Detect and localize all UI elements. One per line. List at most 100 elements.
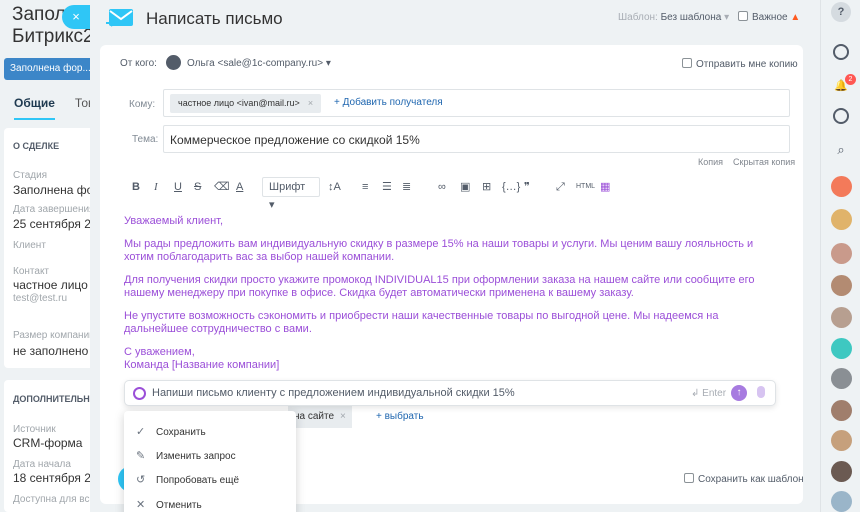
template-selector[interactable]: Шаблон: Без шаблона ▾ xyxy=(618,12,729,23)
code-icon[interactable]: {…} xyxy=(502,177,520,197)
text-color-icon[interactable]: A xyxy=(236,177,243,197)
image-icon[interactable]: ▣ xyxy=(460,177,470,197)
menu-item-label: Изменить запрос xyxy=(156,451,236,462)
tab-general[interactable]: Общие xyxy=(14,96,55,120)
recipient-chip[interactable]: частное лицо <ivan@mail.ru> × xyxy=(170,94,322,113)
html-button[interactable]: HTML xyxy=(576,177,595,197)
link-icon[interactable]: ∞ xyxy=(438,177,446,197)
menu-item-edit[interactable]: ✎ Изменить запрос xyxy=(136,449,236,462)
page-title: Написать письмо xyxy=(146,9,283,28)
microphone-icon[interactable] xyxy=(757,386,765,398)
avatar[interactable] xyxy=(831,275,852,296)
about-section-title: О СДЕЛКЕ xyxy=(13,141,60,151)
editor-toolbar: B I U S ⌫ A Шрифт ▾ ↕A ≡ ☰ ≣ ∞ ▣ ⊞ {…} ❞… xyxy=(132,177,792,211)
stage-value: Заполнена форм xyxy=(13,183,100,197)
lock-icon[interactable] xyxy=(831,338,852,359)
avatar[interactable] xyxy=(831,243,852,264)
subject-input[interactable]: Коммерческое предложение со скидкой 15% xyxy=(163,125,790,153)
available-label: Доступна для всех xyxy=(13,494,100,505)
copilot-action-menu: ✓ Сохранить ✎ Изменить запрос ↺ Попробовать… xyxy=(124,411,296,512)
end-date-value: 25 сентября 202 xyxy=(13,217,100,231)
menu-item-cancel[interactable]: ✕ Отменить xyxy=(136,498,202,511)
send-copy-checkbox[interactable]: Отправить мне копию xyxy=(682,58,798,70)
font-size-icon[interactable]: ↕A xyxy=(328,177,341,197)
add-recipient-link[interactable]: + Добавить получателя xyxy=(334,97,443,108)
calendar-icon[interactable] xyxy=(831,176,852,197)
extra-section-title: ДОПОЛНИТЕЛЬНО xyxy=(13,394,97,404)
menu-item-label: Сохранить xyxy=(156,427,206,438)
notification-badge: 2 xyxy=(845,74,856,85)
search-icon[interactable]: ⌕ xyxy=(831,140,851,160)
start-date-label: Дата начала xyxy=(13,459,71,470)
fullscreen-icon[interactable]: ⤢ xyxy=(556,177,565,197)
checkbox-icon xyxy=(682,58,692,68)
menu-item-label: Попробовать ещё xyxy=(156,475,240,486)
avatar[interactable] xyxy=(831,307,852,328)
close-icon[interactable]: × xyxy=(62,5,90,29)
cc-link[interactable]: Копия xyxy=(698,157,723,167)
important-checkbox[interactable]: Важное ▲ xyxy=(738,11,800,23)
menu-item-retry[interactable]: ↺ Попробовать ещё xyxy=(136,473,239,486)
bold-button[interactable]: B xyxy=(132,177,140,197)
bcc-link[interactable]: Скрытая копия xyxy=(733,157,795,167)
arrow-up-icon[interactable]: ↑ xyxy=(731,385,747,401)
avatar[interactable] xyxy=(831,430,852,451)
font-selector[interactable]: Шрифт ▾ xyxy=(262,177,320,211)
recipient-chip-label: частное лицо <ivan@mail.ru> xyxy=(178,98,300,108)
avatar[interactable] xyxy=(831,461,852,482)
contact-value[interactable]: частное лицо xyxy=(13,278,88,292)
chevron-down-icon: ▾ xyxy=(269,199,275,211)
company-size-value: не заполнено xyxy=(13,344,89,358)
table-icon[interactable]: ⊞ xyxy=(482,177,491,197)
source-value: CRM-форма xyxy=(13,436,83,450)
stage-tag[interactable]: Заполнена фор... xyxy=(4,58,96,80)
recipients-field[interactable]: частное лицо <ivan@mail.ru> × + Добавить … xyxy=(163,89,790,117)
avatar[interactable] xyxy=(831,400,852,421)
enter-arrow-icon: ↲ xyxy=(691,388,700,399)
copilot-prompt-bar[interactable]: Напиши письмо клиенту с предложением инд… xyxy=(124,380,776,406)
clear-format-icon[interactable]: ⌫ xyxy=(214,177,230,197)
attachment-chip[interactable]: на сайте × xyxy=(288,406,352,428)
avatar[interactable] xyxy=(831,209,852,230)
about-deal-card: О СДЕЛКЕ Стадия Заполнена форм Дата заве… xyxy=(4,128,100,368)
avatar[interactable] xyxy=(831,491,852,512)
stage-label: Стадия xyxy=(13,170,48,181)
important-label: Важное xyxy=(752,12,788,23)
retry-icon: ↺ xyxy=(136,474,146,486)
email-body[interactable]: Уважаемый клиент, Мы рады предложить вам… xyxy=(124,215,764,372)
pick-link[interactable]: + выбрать xyxy=(376,411,424,422)
from-selector[interactable]: Ольга <sale@1c-company.ru> ▾ xyxy=(187,58,331,69)
body-greeting: Уважаемый клиент, xyxy=(124,215,224,227)
chevron-down-icon: ▾ xyxy=(724,12,730,23)
font-label: Шрифт xyxy=(269,181,306,193)
client-label: Клиент xyxy=(13,240,46,251)
remove-icon[interactable]: × xyxy=(308,98,313,108)
envelope-icon xyxy=(106,6,136,30)
chat-icon[interactable] xyxy=(833,108,849,124)
copilot-prompt-input[interactable]: Напиши письмо клиенту с предложением инд… xyxy=(152,387,515,399)
bullet-list-icon[interactable]: ☰ xyxy=(382,177,392,197)
checkbox-icon xyxy=(738,11,748,21)
end-date-label: Дата завершения xyxy=(13,204,95,215)
remove-icon[interactable]: × xyxy=(340,411,346,422)
numbered-list-icon[interactable]: ≡ xyxy=(362,177,368,197)
strike-button[interactable]: S xyxy=(194,177,201,197)
template-value: Без шаблона xyxy=(660,12,722,23)
avatar[interactable] xyxy=(831,368,852,389)
underline-button[interactable]: U xyxy=(174,177,182,197)
to-label: Кому: xyxy=(129,99,156,110)
quote-icon[interactable]: ❞ xyxy=(524,177,530,197)
copilot-icon[interactable]: ▦ xyxy=(600,177,610,197)
user-avatar-icon xyxy=(166,55,181,70)
help-icon[interactable]: ? xyxy=(831,2,851,22)
body-paragraph-1: Мы рады предложить вам индивидуальную ск… xyxy=(124,238,754,263)
copilot-rail-icon[interactable] xyxy=(833,44,849,60)
save-template-checkbox[interactable]: Сохранить как шаблон xyxy=(684,473,803,485)
contact-label: Контакт xyxy=(13,266,50,277)
body-signature-1: С уважением, xyxy=(124,346,195,358)
align-icon[interactable]: ≣ xyxy=(402,177,411,197)
menu-item-save[interactable]: ✓ Сохранить xyxy=(136,425,206,438)
template-label: Шаблон: xyxy=(618,12,658,23)
body-signature-2: Команда [Название компании] xyxy=(124,359,280,371)
italic-button[interactable]: I xyxy=(154,177,158,197)
